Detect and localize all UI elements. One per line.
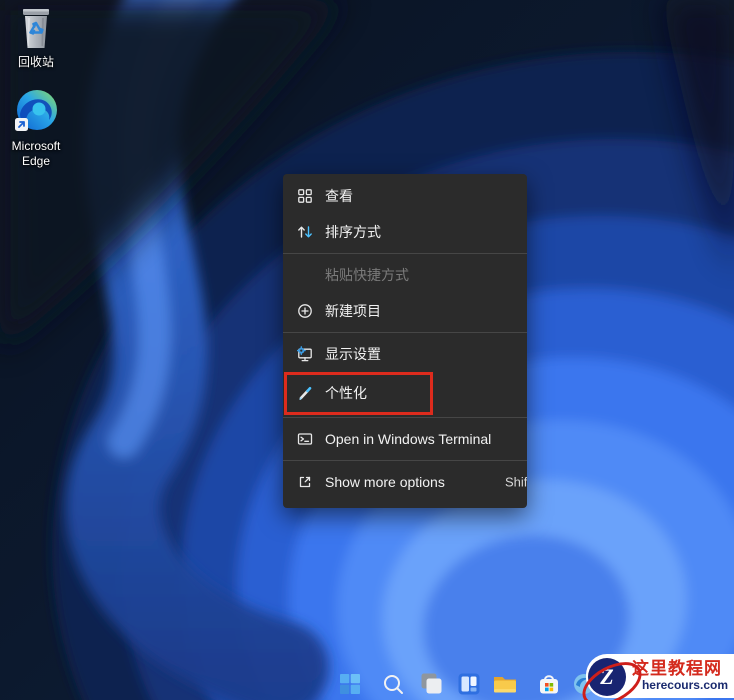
- menu-item-new[interactable]: 新建项目: [283, 293, 527, 329]
- blank-icon: [297, 267, 313, 283]
- menu-item-label: 个性化: [325, 385, 367, 401]
- taskbar-search-button[interactable]: [379, 670, 406, 697]
- taskbar-file-explorer-button[interactable]: [491, 670, 518, 697]
- terminal-icon: [297, 431, 313, 447]
- windows-start-icon: [339, 673, 360, 694]
- menu-item-label: 显示设置: [325, 346, 381, 362]
- menu-item-show-more-options[interactable]: Show more options Shift+F10: [283, 464, 527, 500]
- view-grid-icon: [297, 188, 313, 204]
- taskbar-store-button[interactable]: [535, 670, 562, 697]
- desktop-context-menu: 查看 排序方式 粘贴快捷方式 新建项目 显示设置 个性化 Open in Win…: [283, 174, 527, 508]
- menu-item-label: 粘贴快捷方式: [325, 267, 409, 283]
- menu-item-display-settings[interactable]: 显示设置: [283, 336, 527, 372]
- menu-separator: [283, 460, 527, 461]
- desktop-icon-recycle-bin[interactable]: 回收站: [4, 6, 68, 70]
- menu-separator: [283, 417, 527, 418]
- search-icon: [383, 674, 403, 694]
- new-item-plus-icon: [297, 303, 313, 319]
- watermark-logo: Z: [575, 653, 649, 700]
- taskbar-start-button[interactable]: [336, 670, 363, 697]
- desktop-icon-label: Microsoft Edge: [11, 139, 61, 168]
- desktop-icon-label: 回收站: [17, 55, 54, 69]
- menu-item-sort-by[interactable]: 排序方式: [283, 214, 527, 250]
- menu-item-label: 排序方式: [325, 224, 381, 240]
- menu-item-label: 查看: [325, 188, 353, 204]
- microsoft-store-icon: [539, 674, 558, 693]
- sort-arrows-icon: [297, 224, 313, 240]
- taskbar-widgets-button[interactable]: [455, 670, 482, 697]
- task-view-icon: [421, 673, 442, 694]
- taskbar-task-view-button[interactable]: [418, 670, 445, 697]
- menu-item-label: Show more options: [325, 474, 445, 490]
- menu-item-view[interactable]: 查看: [283, 178, 527, 214]
- desktop-icon-microsoft-edge[interactable]: Microsoft Edge: [4, 88, 68, 169]
- personalize-pen-icon: [297, 385, 313, 401]
- menu-item-open-windows-terminal[interactable]: Open in Windows Terminal: [283, 421, 527, 457]
- menu-item-shortcut: Shift+F10: [505, 474, 527, 490]
- watermark-site-name: 这里教程网: [632, 659, 722, 679]
- menu-item-personalize[interactable]: 个性化: [283, 372, 527, 414]
- file-explorer-icon: [493, 676, 516, 692]
- display-settings-icon: [297, 346, 313, 362]
- show-more-icon: [297, 474, 313, 490]
- menu-separator: [283, 332, 527, 333]
- menu-item-paste-shortcut[interactable]: 粘贴快捷方式: [283, 257, 527, 293]
- watermark-site-url: herecours.com: [641, 677, 728, 692]
- menu-item-label: 新建项目: [325, 303, 381, 319]
- recycle-bin-icon: [23, 9, 49, 48]
- site-watermark: 这里教程网 herecours.com Z: [575, 653, 734, 700]
- widgets-icon: [458, 673, 479, 694]
- desktop[interactable]: 回收站 Microsoft Edge 查看 排序方式 粘贴快捷方式 新建项目 显…: [0, 0, 734, 700]
- microsoft-edge-icon: [15, 90, 57, 131]
- menu-separator: [283, 253, 527, 254]
- watermark-logo-letter: Z: [600, 664, 614, 689]
- menu-item-label: Open in Windows Terminal: [325, 431, 492, 447]
